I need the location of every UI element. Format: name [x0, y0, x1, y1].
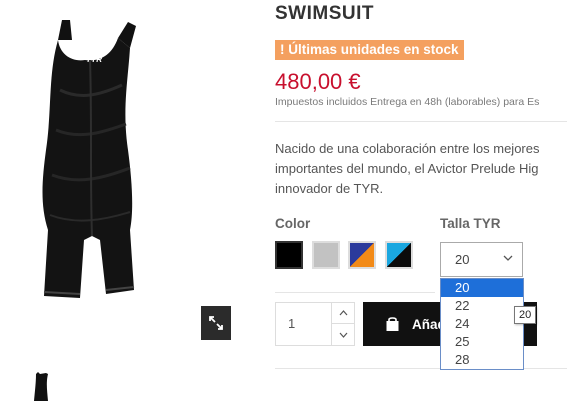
product-description: Nacido de una colaboración entre los mej…	[275, 139, 567, 199]
shopping-bag-icon	[386, 317, 399, 331]
quantity-input[interactable]: 1	[288, 316, 295, 331]
size-select-value: 20	[455, 252, 470, 267]
chevron-down-icon	[339, 332, 348, 338]
tooltip: 20	[514, 306, 537, 324]
exclamation-icon: !	[280, 42, 289, 57]
size-option[interactable]: 22	[441, 297, 523, 315]
color-label: Color	[275, 216, 311, 231]
zoom-button[interactable]	[201, 306, 231, 340]
size-select[interactable]: 20	[440, 242, 523, 277]
size-option[interactable]: 24	[441, 315, 523, 333]
size-label: Talla TYR	[440, 216, 501, 231]
size-dropdown-list: 20 22 24 25 28	[440, 278, 524, 370]
stock-badge: ! Últimas unidades en stock	[275, 40, 464, 60]
divider	[275, 121, 567, 122]
quantity-increase-button[interactable]	[332, 303, 355, 324]
swatch-black[interactable]	[275, 241, 303, 269]
size-option[interactable]: 25	[441, 333, 523, 351]
brand-logo: TYR	[86, 55, 102, 64]
product-image[interactable]: TYR	[0, 0, 240, 340]
swatch-navy-orange[interactable]	[348, 241, 376, 269]
swatch-grey[interactable]	[312, 241, 340, 269]
tax-note: Impuestos incluidos Entrega en 48h (labo…	[275, 96, 540, 108]
chevron-down-icon	[503, 255, 513, 261]
size-option[interactable]: 20	[441, 279, 523, 297]
stock-badge-text: Últimas unidades en stock	[288, 42, 459, 57]
product-gallery: TYR	[0, 0, 250, 401]
size-option[interactable]: 28	[441, 351, 523, 369]
quantity-stepper: 1	[275, 302, 355, 346]
description-line: importantes del mundo, el Avictor Prelud…	[275, 161, 539, 176]
description-line: innovador de TYR.	[275, 181, 384, 196]
chevron-up-icon	[339, 310, 348, 316]
divider	[275, 292, 435, 293]
expand-icon	[209, 316, 223, 330]
product-thumbnail[interactable]	[24, 372, 58, 401]
product-title: SWIMSUIT	[275, 3, 374, 24]
product-price: 480,00 €	[275, 69, 361, 94]
description-line: Nacido de una colaboración entre los mej…	[275, 141, 540, 156]
quantity-decrease-button[interactable]	[332, 324, 355, 345]
swatch-black-cyan[interactable]	[385, 241, 413, 269]
